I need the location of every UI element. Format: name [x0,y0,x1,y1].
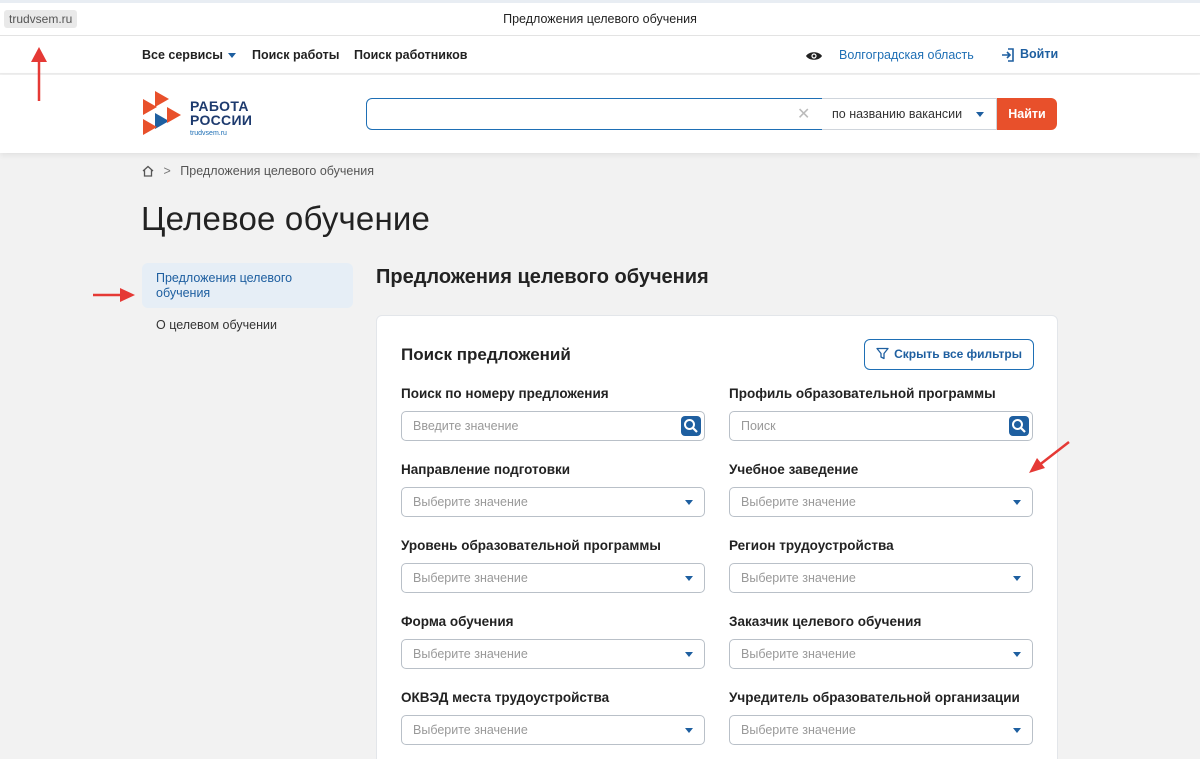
program-level-select[interactable]: Выберите значение [401,563,705,593]
logo-line-3: trudvsem.ru [190,130,227,137]
search-icon[interactable] [1009,416,1029,436]
login-button[interactable]: Войти [1001,47,1058,62]
all-services-menu[interactable]: Все сервисы [142,48,236,62]
direction-select[interactable]: Выберите значение [401,487,705,517]
field-label-program-profile: Профиль образовательной программы [729,386,996,401]
chevron-down-icon [685,728,693,733]
breadcrumb-current: Предложения целевого обучения [180,164,375,178]
home-icon[interactable] [142,165,154,177]
chevron-down-icon [685,500,693,505]
chevron-down-icon [685,652,693,657]
chevron-down-icon [685,576,693,581]
field-label-program-level: Уровень образовательной программы [401,538,661,553]
study-form-select[interactable]: Выберите значение [401,639,705,669]
search-card: Поиск предложений Скрыть все фильтры Пои… [376,315,1058,759]
login-label: Войти [1020,47,1059,61]
sidebar-item-offers[interactable]: Предложения целевого обучения [142,263,353,308]
offer-number-placeholder: Введите значение [413,419,519,433]
okved-select[interactable]: Выберите значение [401,715,705,745]
login-icon [1002,47,1014,62]
field-label-direction: Направление подготовки [401,462,571,477]
site-header: РАБОТА РОССИИ trudvsem.ru ✕ по названию … [0,75,1200,153]
chevron-down-icon [227,53,236,59]
employment-region-select[interactable]: Выберите значение [729,563,1033,593]
logo-line-1: РАБОТА [190,98,249,114]
search-icon[interactable] [681,416,701,436]
main-search-input[interactable] [366,98,823,130]
browser-top-line [0,0,1200,3]
program-profile-placeholder: Поиск [741,419,776,433]
visually-impaired-eye-icon[interactable] [805,49,823,67]
sidebar-item-about[interactable]: О целевом обучении [156,318,277,332]
founder-placeholder: Выберите значение [741,723,856,737]
institution-placeholder: Выберите значение [741,495,856,509]
filter-icon [876,347,889,360]
page-title: Целевое обучение [141,200,431,237]
employment-region-placeholder: Выберите значение [741,571,856,585]
customer-select[interactable]: Выберите значение [729,639,1033,669]
field-label-institution: Учебное заведение [729,462,859,477]
field-label-okved: ОКВЭД места трудоустройства [401,690,610,705]
field-label-offer-number: Поиск по номеру предложения [401,386,609,401]
field-label-founder: Учредитель образовательной организации [729,690,1020,705]
customer-placeholder: Выберите значение [741,647,856,661]
browser-bar: trudvsem.ru Предложения целевого обучени… [0,0,1200,36]
logo-text[interactable]: РАБОТА РОССИИ trudvsem.ru [190,99,252,141]
hide-filters-button[interactable]: Скрыть все фильтры [864,339,1034,370]
breadcrumb: > Предложения целевого обучения [142,164,374,178]
field-label-study-form: Форма обучения [401,614,514,629]
okved-placeholder: Выберите значение [413,723,528,737]
program-profile-input[interactable]: Поиск [729,411,1033,441]
find-button[interactable]: Найти [997,98,1057,130]
section-title: Предложения целевого обучения [376,266,709,288]
hide-filters-label: Скрыть все фильтры [894,347,1022,361]
search-type-select[interactable]: по названию вакансии [822,98,997,130]
field-label-employment-region: Регион трудоустройства [729,538,894,553]
chevron-down-icon [1013,500,1021,505]
top-nav: Все сервисы Поиск работы Поиск работнико… [0,36,1200,74]
job-search-link[interactable]: Поиск работы [252,48,339,62]
breadcrumb-separator: > [163,164,171,178]
study-form-placeholder: Выберите значение [413,647,528,661]
founder-select[interactable]: Выберите значение [729,715,1033,745]
logo-line-2: РОССИИ [190,112,253,128]
annotation-arrow-right-icon [93,288,135,302]
search-type-value: по названию вакансии [832,107,963,121]
offer-number-input[interactable]: Введите значение [401,411,705,441]
browser-tab-title: Предложения целевого обучения [503,12,697,26]
search-card-title: Поиск предложений [401,345,571,364]
chevron-down-icon [1013,728,1021,733]
field-label-customer: Заказчик целевого обучения [729,614,922,629]
all-services-label: Все сервисы [142,48,223,62]
institution-select[interactable]: Выберите значение [729,487,1033,517]
chevron-down-icon [976,112,984,117]
program-level-placeholder: Выберите значение [413,571,528,585]
direction-placeholder: Выберите значение [413,495,528,509]
chevron-down-icon [1013,576,1021,581]
region-selector[interactable]: Волгоградская область [839,48,974,62]
rabota-rossii-logo-icon[interactable] [141,91,185,142]
worker-search-link[interactable]: Поиск работников [354,48,467,62]
chevron-down-icon [1013,652,1021,657]
